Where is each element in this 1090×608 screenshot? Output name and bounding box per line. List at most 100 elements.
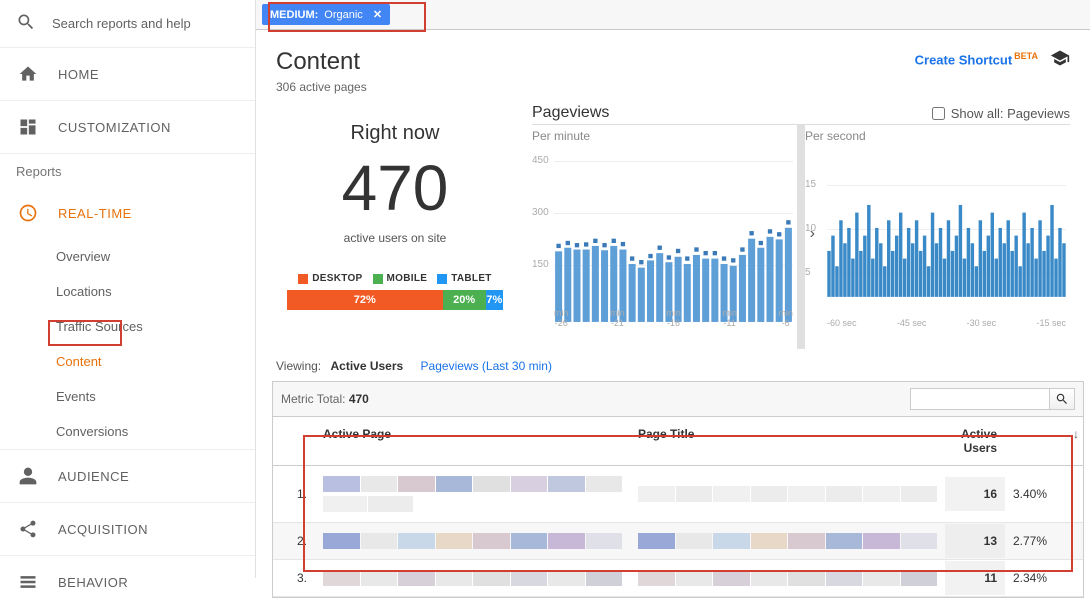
legend-mobile: MOBILE xyxy=(373,273,428,284)
close-icon[interactable]: ✕ xyxy=(369,8,382,21)
realtime-subnav: Overview Locations Traffic Sources Conte… xyxy=(0,239,255,449)
swatch-desktop xyxy=(298,274,308,284)
person-icon xyxy=(18,466,38,486)
per-second-chart: Per second 15 10 5 -60 sec-45 sec-30 sec… xyxy=(805,124,1070,349)
cell-active-users: 11 xyxy=(945,561,1005,595)
device-distribution-bar: 72% 20% 7% xyxy=(287,290,503,310)
home-icon xyxy=(18,64,38,84)
nav-customization[interactable]: CUSTOMIZATION xyxy=(0,100,255,153)
legend-desktop: DESKTOP xyxy=(298,273,362,284)
row-index: 3. xyxy=(273,561,315,595)
reports-section-label: Reports xyxy=(0,153,255,187)
viewing-active-users[interactable]: Active Users xyxy=(330,359,403,373)
show-all-checkbox[interactable]: Show all: Pageviews xyxy=(932,106,1070,121)
swatch-tablet xyxy=(437,274,447,284)
nav-acquisition[interactable]: ACQUISITION xyxy=(0,502,255,555)
search-icon xyxy=(1055,392,1069,406)
row-index: 1. xyxy=(273,477,315,511)
show-all-input[interactable] xyxy=(932,107,945,120)
nav-behavior-label: BEHAVIOR xyxy=(58,575,128,590)
page-title: Content xyxy=(276,48,367,76)
per-minute-bars xyxy=(554,159,793,322)
bar-segment-tablet: 7% xyxy=(486,290,503,310)
beta-badge: BETA xyxy=(1014,51,1038,61)
main-content: MEDIUM: Organic ✕ Content 306 active pag… xyxy=(256,0,1090,578)
viewing-pageviews-30min[interactable]: Pageviews (Last 30 min) xyxy=(421,359,552,373)
sort-descending-icon[interactable]: ↓ xyxy=(1065,417,1083,465)
create-shortcut-link[interactable]: Create ShortcutBETA xyxy=(915,51,1038,67)
cell-active-page xyxy=(315,466,630,522)
nav-audience[interactable]: AUDIENCE xyxy=(0,449,255,502)
per-second-label: Per second xyxy=(805,129,1070,143)
nav-audience-label: AUDIENCE xyxy=(58,469,129,484)
metric-bar: Metric Total: 470 xyxy=(272,381,1084,416)
per-minute-label: Per minute xyxy=(532,129,797,143)
subnav-overview[interactable]: Overview xyxy=(56,239,255,274)
device-legend: DESKTOP MOBILE TABLET xyxy=(276,273,514,284)
th-page-title[interactable]: Page Title xyxy=(630,417,945,465)
bar-segment-desktop: 72% xyxy=(287,290,443,310)
per-second-x-labels: -60 sec-45 sec-30 sec-15 sec xyxy=(827,319,1066,329)
pageviews-title: Pageviews xyxy=(532,104,609,122)
subnav-events[interactable]: Events xyxy=(56,379,255,414)
table-row[interactable]: 1. 16 3.40% xyxy=(273,466,1083,523)
clock-icon xyxy=(18,203,38,223)
nav-customization-label: CUSTOMIZATION xyxy=(58,120,171,135)
table-row[interactable]: 2. 13 2.77% xyxy=(273,523,1083,560)
active-users-count: 470 xyxy=(276,153,514,223)
graduation-cap-icon[interactable] xyxy=(1050,48,1070,71)
nav-behavior[interactable]: BEHAVIOR xyxy=(0,555,255,608)
filter-chip-value: Organic xyxy=(324,9,363,21)
sidebar: Search reports and help HOME CUSTOMIZATI… xyxy=(0,0,256,578)
row-index: 2. xyxy=(273,524,315,558)
viewing-label: Viewing: xyxy=(276,359,321,373)
th-active-page[interactable]: Active Page xyxy=(315,417,630,465)
cell-page-title xyxy=(630,523,945,559)
legend-tablet: TABLET xyxy=(437,273,492,284)
cell-percentage: 3.40% xyxy=(1005,477,1065,511)
table-search-input[interactable] xyxy=(910,388,1050,410)
search-icon xyxy=(16,12,36,35)
filter-chip-medium[interactable]: MEDIUM: Organic ✕ xyxy=(262,4,390,25)
dashboard-icon xyxy=(18,117,38,137)
table-row[interactable]: 3. 11 2.34% xyxy=(273,560,1083,597)
sidebar-search[interactable]: Search reports and help xyxy=(0,0,255,47)
dashboard: Right now 470 active users on site DESKT… xyxy=(256,104,1090,349)
nav-home[interactable]: HOME xyxy=(0,47,255,100)
content-table: Active Page Page Title Active Users ↓ 1.… xyxy=(272,416,1084,598)
swatch-mobile xyxy=(373,274,383,284)
nav-realtime-label: REAL-TIME xyxy=(58,206,132,221)
cell-percentage: 2.77% xyxy=(1005,524,1065,558)
cell-percentage: 2.34% xyxy=(1005,561,1065,595)
share-icon xyxy=(18,519,38,539)
list-icon xyxy=(18,572,38,592)
th-active-users[interactable]: Active Users xyxy=(945,417,1005,465)
filter-bar: MEDIUM: Organic ✕ xyxy=(256,0,1090,30)
cell-active-page xyxy=(315,560,630,596)
cell-page-title xyxy=(630,560,945,596)
subnav-conversions[interactable]: Conversions xyxy=(56,414,255,449)
per-second-bars xyxy=(827,159,1066,297)
subnav-locations[interactable]: Locations xyxy=(56,274,255,309)
cell-page-title xyxy=(630,476,945,512)
subnav-content[interactable]: Content xyxy=(56,344,255,379)
subnav-traffic-sources[interactable]: Traffic Sources xyxy=(56,309,255,344)
table-search-button[interactable] xyxy=(1049,388,1075,410)
search-placeholder: Search reports and help xyxy=(52,16,191,31)
table-search xyxy=(910,388,1075,410)
cell-active-users: 16 xyxy=(945,477,1005,511)
page-subtitle: 306 active pages xyxy=(276,80,367,94)
right-now-panel: Right now 470 active users on site DESKT… xyxy=(276,104,514,349)
right-now-sublabel: active users on site xyxy=(276,231,514,245)
cell-active-page xyxy=(315,523,630,559)
nav-realtime[interactable]: REAL-TIME xyxy=(0,187,255,239)
per-minute-x-labels: min-26min-21min-16min-11min-6 xyxy=(554,309,793,329)
table-header-row: Active Page Page Title Active Users ↓ xyxy=(273,417,1083,466)
cell-active-users: 13 xyxy=(945,524,1005,558)
viewing-bar: Viewing: Active Users Pageviews (Last 30… xyxy=(256,349,1090,381)
chart-divider[interactable] xyxy=(797,124,805,349)
right-now-label: Right now xyxy=(276,122,514,145)
metric-total: Metric Total: 470 xyxy=(281,392,369,406)
content-header: Content 306 active pages Create Shortcut… xyxy=(256,30,1090,104)
nav-acquisition-label: ACQUISITION xyxy=(58,522,148,537)
